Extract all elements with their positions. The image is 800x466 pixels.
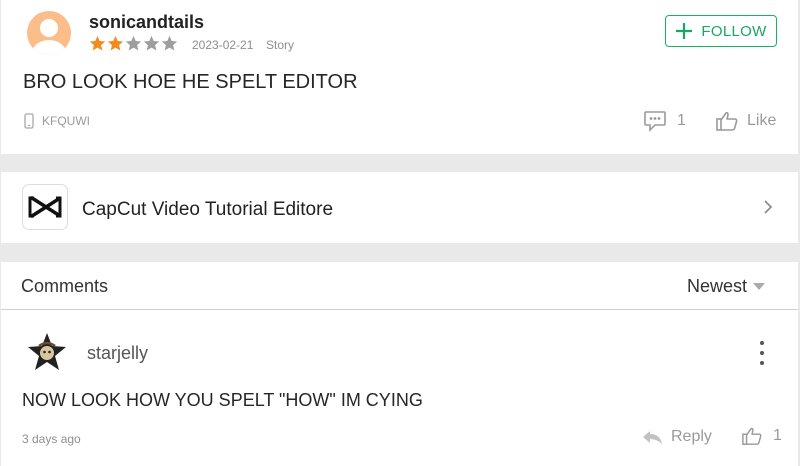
comments-header: Comments Newest (1, 262, 798, 310)
star-empty-icon (125, 35, 142, 51)
review-text: BRO LOOK HOE HE SPELT EDITOR (23, 71, 358, 93)
comment-like-count: 1 (773, 427, 782, 444)
review-card: sonicandtails 2023-02-21 Story FOLLOW BR… (1, 0, 798, 154)
comments-title: Comments (21, 276, 109, 296)
device-info: KFQUWI (24, 113, 90, 129)
thumbs-up-icon (716, 111, 738, 131)
plus-icon (676, 23, 693, 39)
app-name: CapCut Video Tutorial Editore (82, 199, 334, 220)
capcut-app-icon (22, 184, 68, 230)
like-label: Like (747, 112, 777, 129)
app-link-row[interactable]: CapCut Video Tutorial Editore (1, 172, 798, 243)
more-options-button[interactable] (755, 341, 769, 365)
follow-button[interactable]: FOLLOW (665, 15, 777, 47)
review-username[interactable]: sonicandtails (89, 12, 204, 33)
comment-button[interactable]: 1 (643, 110, 686, 132)
follow-label: FOLLOW (701, 22, 767, 40)
thumbs-up-icon (742, 427, 762, 445)
star-empty-icon (161, 35, 178, 51)
star-filled-icon (89, 35, 106, 51)
comments-section: Comments Newest starjelly NOW LOOK HOW Y… (1, 262, 798, 466)
reply-button[interactable]: Reply (641, 428, 712, 446)
comment-time: 3 days ago (22, 432, 81, 446)
commenter-username[interactable]: starjelly (87, 343, 148, 364)
star-empty-icon (143, 35, 160, 51)
comment-text: NOW LOOK HOW YOU SPELT "HOW" IM CYING (22, 390, 423, 410)
like-button[interactable]: Like (715, 110, 776, 132)
review-date: 2023-02-21 (192, 38, 254, 52)
sort-dropdown[interactable]: Newest (687, 276, 766, 297)
star-rating (89, 35, 178, 52)
comment-icon (644, 111, 666, 132)
phone-icon (24, 113, 34, 129)
chevron-right-icon (764, 200, 773, 214)
sort-label: Newest (687, 276, 748, 296)
capcut-logo-icon (28, 196, 62, 218)
star-filled-icon (107, 35, 124, 51)
commenter-avatar[interactable] (27, 332, 67, 372)
review-category: Story (266, 38, 295, 52)
comment-like-button[interactable]: 1 (741, 426, 782, 446)
comment-count: 1 (677, 112, 686, 129)
reply-label: Reply (671, 428, 712, 445)
device-name: KFQUWI (42, 114, 90, 128)
reply-arrow-icon (643, 431, 662, 444)
user-avatar[interactable] (27, 11, 71, 55)
caret-down-icon (753, 282, 766, 290)
